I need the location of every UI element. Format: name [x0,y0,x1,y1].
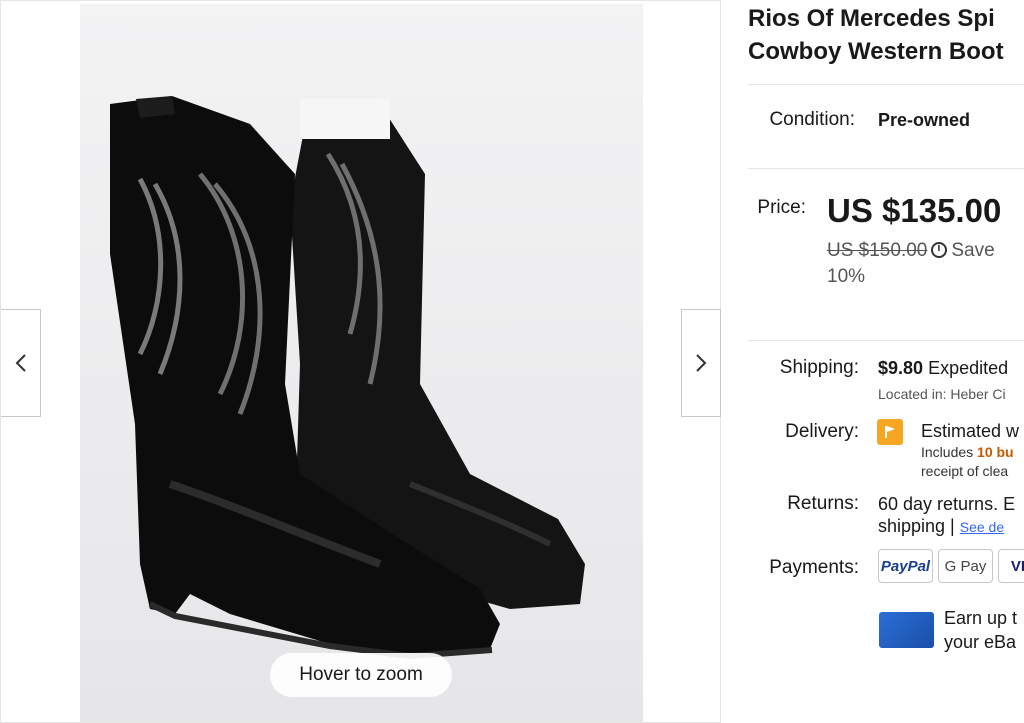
item-title-line1: Rios Of Mercedes Spi [748,5,995,32]
returns-label: Returns: [787,493,859,514]
ebay-mastercard-icon [879,612,934,648]
returns-line1: 60 day returns. E [878,494,1016,514]
delivery-includes: Includes 10 bu [921,444,1014,460]
location-label: Located in: [878,386,947,402]
save-percent: 10% [827,266,866,287]
shipping-cost: $9.80 [878,358,924,378]
chevron-right-icon [696,354,707,372]
shipping-label: Shipping: [779,357,859,378]
boots-illustration [110,96,585,660]
info-icon[interactable] [931,242,948,258]
delivery-receipt: receipt of clea [921,463,1009,479]
hover-to-zoom-hint: Hover to zoom [270,653,452,697]
divider [748,340,1024,341]
next-image-button[interactable] [681,309,721,417]
google-pay-badge: G Pay [938,549,993,583]
was-price: US $150.00 [827,240,928,261]
current-price: US $135.00 [827,192,1002,229]
divider [748,84,1024,85]
returns-shipping: shipping | [878,516,955,536]
returns-line2: shipping | See de [878,516,1004,537]
payments-label: Payments: [769,557,859,578]
previous-image-button[interactable] [1,309,41,417]
paypal-badge: PayPal [878,549,933,583]
divider [748,168,1024,169]
location-value: Heber Ci [950,386,1006,402]
was-price-row: US $150.00 Save [827,240,995,262]
delivery-flag-icon [877,419,903,445]
price-label: Price: [757,197,806,218]
delivery-estimate: Estimated w [921,421,1020,441]
see-details-link[interactable]: See de [960,519,1004,535]
item-title: Rios Of Mercedes Spi Cowboy Western Boot [748,2,1024,68]
product-photo-boots[interactable] [80,4,643,722]
item-title-line2: Cowboy Western Boot [748,38,1004,65]
item-details-panel: Rios Of Mercedes Spi Cowboy Western Boot… [748,0,1024,723]
delivery-label: Delivery: [785,421,859,442]
promo-line1[interactable]: Earn up t [944,608,1017,629]
condition-value: Pre-owned [878,110,971,130]
condition-label: Condition: [769,109,855,130]
business-days-highlight: 10 bu [977,444,1014,460]
save-text: Save [951,240,995,261]
promo-line2[interactable]: your eBa [944,632,1016,653]
shipping-method: Expedited [928,358,1009,378]
image-gallery: Hover to zoom [0,0,721,723]
visa-badge: VI [998,549,1024,583]
includes-prefix: Includes [921,444,974,460]
chevron-left-icon [15,354,26,372]
shipping-cost-row: $9.80 Expedited [878,358,1008,379]
item-location: Located in: Heber Ci [878,386,1006,402]
